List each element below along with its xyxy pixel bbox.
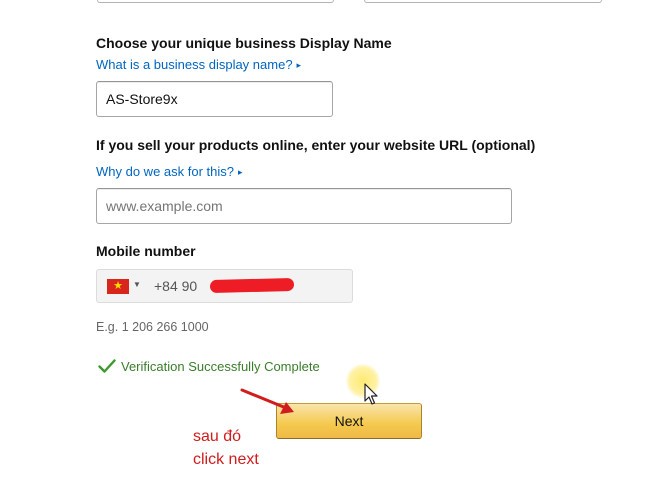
annotation-line-1: sau đó	[193, 428, 242, 445]
redaction-mark	[209, 277, 295, 294]
top-field-left[interactable]	[97, 0, 334, 3]
display-name-value: AS-Store9x	[106, 91, 178, 107]
verification-status-text: Verification Successfully Complete	[121, 358, 320, 374]
website-help-link[interactable]: Why do we ask for this? ▸	[96, 164, 243, 179]
top-field-right[interactable]	[364, 0, 602, 3]
caret-right-icon: ▸	[296, 60, 302, 70]
website-help-text[interactable]: Why do we ask for this?	[96, 164, 234, 179]
phone-example-hint: E.g. 1 206 266 1000	[96, 320, 209, 334]
next-button-label[interactable]: Next	[335, 413, 364, 429]
verification-status: Verification Successfully Complete	[98, 358, 320, 374]
annotation-arrow-icon	[240, 388, 294, 414]
country-dropdown-caret-icon[interactable]: ▼	[133, 280, 141, 289]
website-url-input[interactable]: www.example.com	[96, 188, 512, 224]
phone-prefix: +84 90	[154, 278, 198, 294]
checkmark-icon	[98, 359, 116, 373]
annotation-line-2: click next	[193, 451, 259, 468]
website-url-placeholder: www.example.com	[106, 198, 223, 214]
display-name-label: Choose your unique business Display Name	[96, 35, 392, 51]
vietnam-flag-icon[interactable]: ★	[107, 279, 129, 294]
mouse-pointer-icon	[364, 383, 378, 405]
display-name-help-text[interactable]: What is a business display name?	[96, 57, 293, 72]
caret-right-icon: ▸	[238, 167, 243, 177]
mobile-number-label: Mobile number	[96, 243, 196, 259]
display-name-help-link[interactable]: What is a business display name? ▸	[96, 57, 301, 72]
display-name-input[interactable]: AS-Store9x	[96, 81, 333, 117]
website-label: If you sell your products online, enter …	[96, 137, 536, 153]
